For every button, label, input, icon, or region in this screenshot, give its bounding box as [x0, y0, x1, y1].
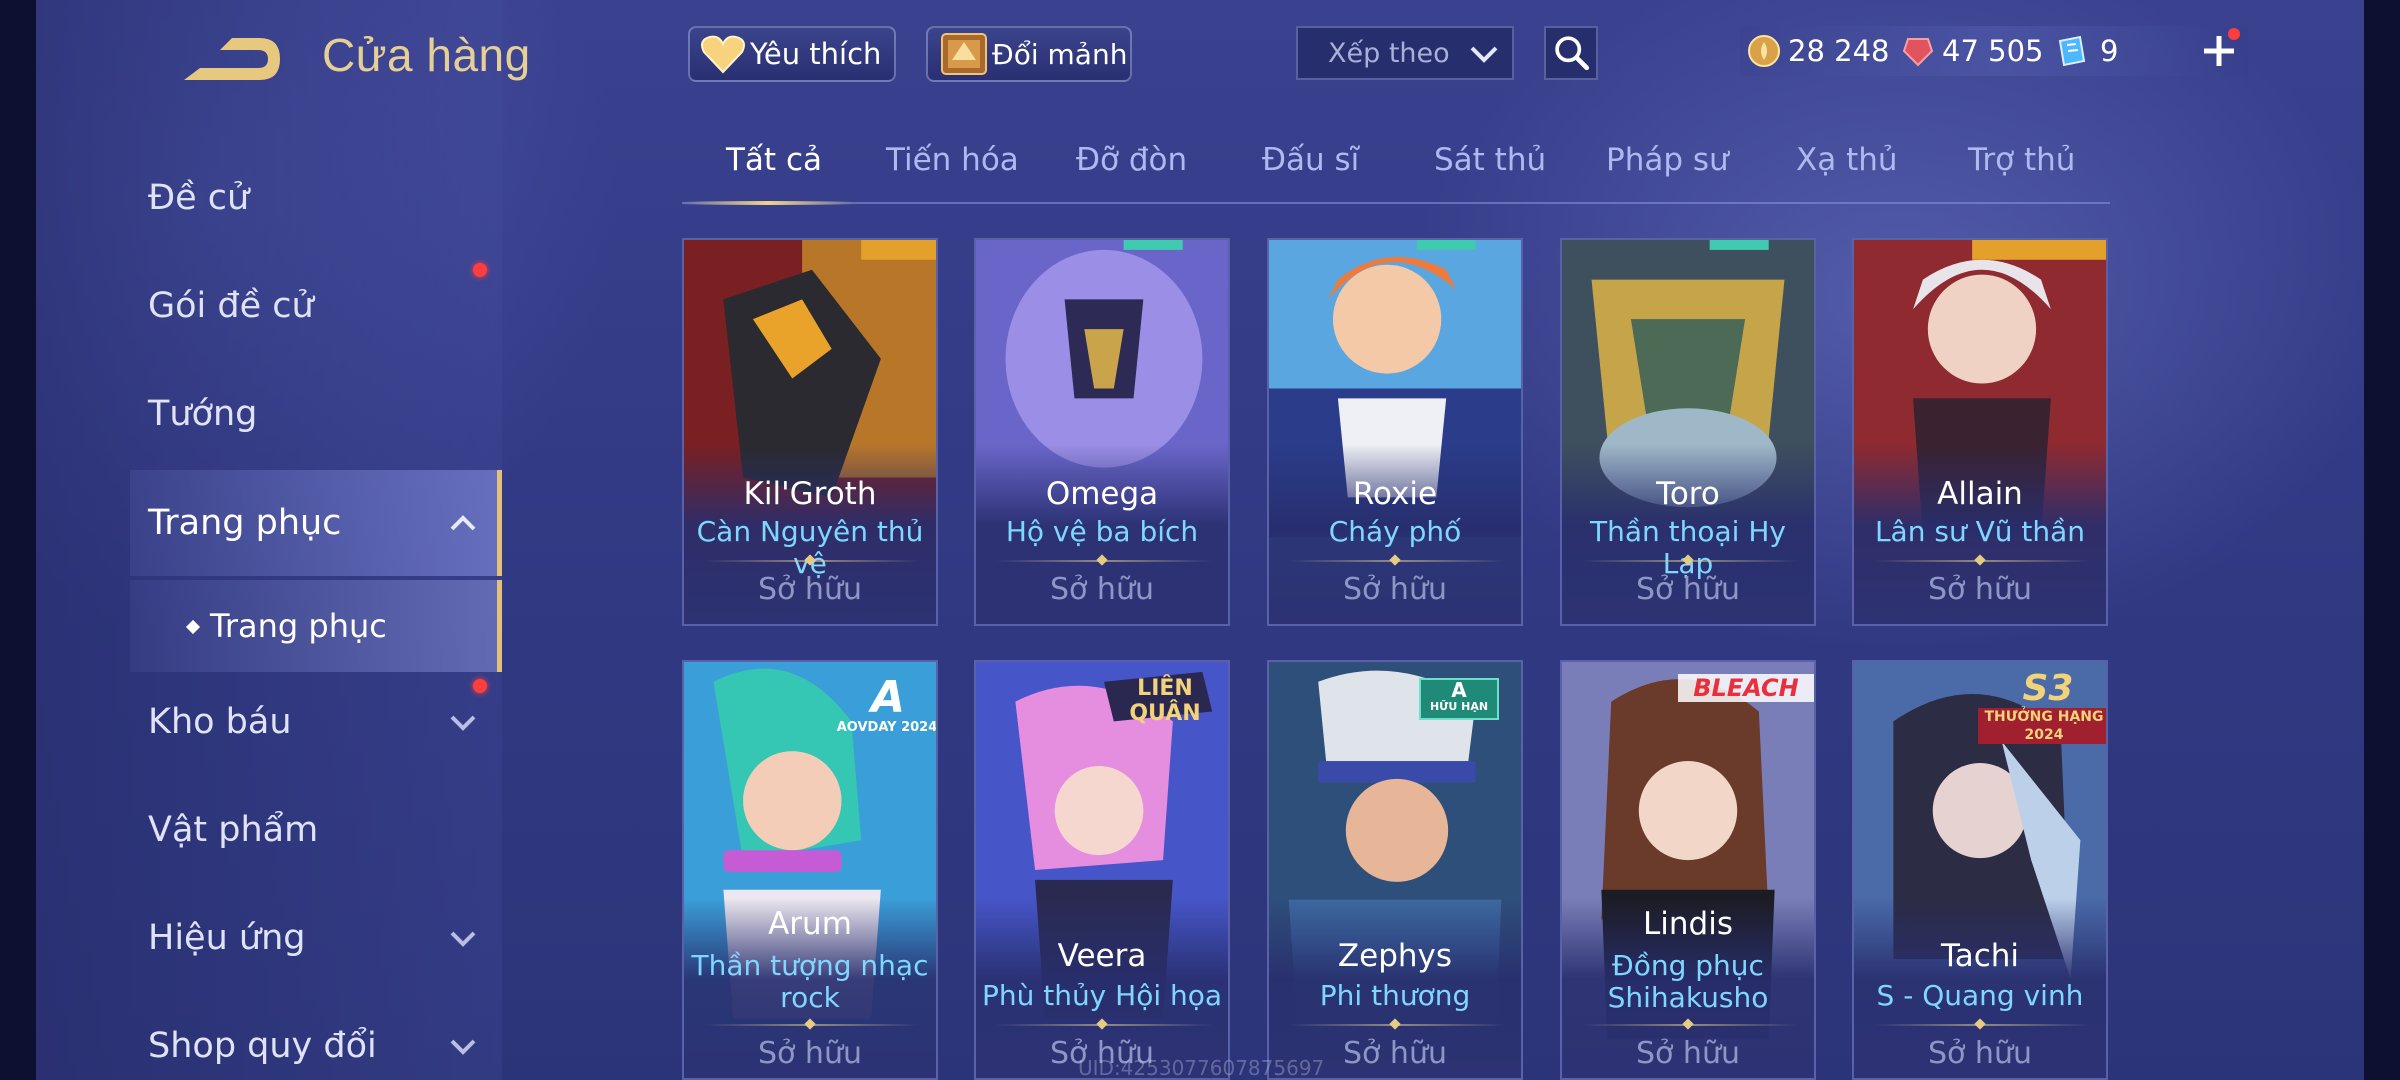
gold-coin-icon: [1748, 35, 1780, 67]
notification-dot: [473, 679, 487, 693]
owned-status: Sở hữu: [1343, 572, 1447, 607]
event-badge: BLEACH: [1678, 674, 1814, 702]
shard-chest-icon: [941, 33, 987, 75]
sidebar-item-recommended[interactable]: Đề cử: [148, 168, 249, 228]
back-arrow-icon[interactable]: [180, 30, 284, 88]
sidebar-item-skins[interactable]: Trang phục: [148, 493, 341, 553]
hero-name: Zephys: [1337, 938, 1453, 974]
tab-support[interactable]: Trợ thủ: [1968, 142, 2075, 178]
skin-name: Phù thủy Hội họa: [981, 979, 1223, 1012]
gem-amount: 47 505: [1942, 34, 2044, 68]
hero-name: Tachi: [1940, 938, 2020, 974]
hero-name: Toro: [1656, 476, 1720, 512]
owned-status: Sở hữu: [758, 1036, 862, 1071]
skin-name: Cháy phố: [1328, 515, 1462, 548]
shop-screen: Cửa hàng Đề cử Gói đề cử Tướng Trang phụ…: [0, 0, 2400, 1080]
skin-name: Phi thương: [1319, 979, 1471, 1012]
gold-currency: 28 248: [1746, 28, 1889, 74]
sidebar-item-effects[interactable]: Hiệu ứng: [148, 908, 305, 968]
tab-all[interactable]: Tất cả: [726, 142, 822, 178]
sidebar-item-heroes[interactable]: Tướng: [148, 384, 257, 444]
chevron-up-icon[interactable]: [446, 507, 480, 541]
skin-name: Lân sư Vũ thần: [1874, 515, 2086, 548]
exchange-label: Đổi mảnh: [992, 37, 1128, 71]
owned-status: Sở hữu: [1928, 1036, 2032, 1071]
skin-name: Hộ vệ ba bích: [1005, 515, 1199, 548]
owned-status: Sở hữu: [1050, 572, 1154, 607]
chevron-down-icon[interactable]: [446, 921, 480, 955]
skin-card[interactable]: S3 THƯỞNG HẠNG 2024 Tachi S - Quang vinh…: [1852, 660, 2108, 1080]
active-tab-underline: [682, 201, 854, 205]
category-tabs: Tất cả Tiến hóa Đỡ đòn Đấu sĩ Sát thủ Ph…: [682, 136, 2110, 205]
favorites-label: Yêu thích: [750, 37, 882, 71]
skin-card[interactable]: Omega Hộ vệ ba bích Sở hữu: [974, 238, 1230, 626]
hero-name: Veera: [1057, 938, 1147, 974]
gem-currency: 47 505: [1900, 28, 2043, 74]
skin-card[interactable]: BLEACH Lindis Đồng phục Shihakusho Sở hữ…: [1560, 660, 1816, 1080]
sort-dropdown[interactable]: Xếp theo: [1296, 26, 1514, 80]
search-icon[interactable]: [1544, 26, 1598, 80]
event-badge-letter: A: [870, 672, 906, 723]
chevron-down-icon[interactable]: [446, 705, 480, 739]
user-id-watermark: UID:4253077607875697: [1078, 1056, 1325, 1080]
voucher-amount: 9: [2100, 34, 2119, 68]
event-badge: THƯỞNG HẠNG 2024: [1978, 708, 2106, 744]
exchange-shards-button[interactable]: Đổi mảnh: [926, 26, 1132, 82]
hero-name: Lindis: [1643, 906, 1733, 942]
red-gem-icon: [1902, 38, 1934, 67]
favorites-button[interactable]: Yêu thích: [688, 26, 896, 82]
event-badge-letter: A: [1419, 678, 1499, 720]
hero-name: Allain: [1937, 476, 2023, 512]
owned-status: Sở hữu: [1636, 572, 1740, 607]
skin-name: Đồng phục Shihakusho: [1607, 949, 1769, 1014]
skin-card[interactable]: A HỮU HẠN Zephys Phi thương Sở hữu: [1267, 660, 1523, 1080]
skin-name: S - Quang vinh: [1876, 979, 2084, 1012]
tab-mage[interactable]: Pháp sư: [1606, 142, 1729, 178]
owned-status: Sở hữu: [758, 572, 862, 607]
hero-name: Kil'Groth: [743, 476, 877, 512]
tab-fighter[interactable]: Đấu sĩ: [1262, 142, 1359, 178]
add-currency-icon[interactable]: [2196, 28, 2242, 74]
owned-status: Sở hữu: [1636, 1036, 1740, 1071]
voucher-currency: 9: [2054, 28, 2118, 74]
event-badge: HỮU HẠN: [1429, 700, 1489, 713]
skin-card[interactable]: Kil'Groth Càn Nguyên thủ vệ Sở hữu: [682, 238, 938, 626]
screen-bezel-left: [0, 0, 36, 1080]
skin-card[interactable]: A AOVDAY 2024 Arum Thần tượng nhạc rock …: [682, 660, 938, 1080]
skin-card[interactable]: Roxie Cháy phố Sở hữu: [1267, 238, 1523, 626]
sidebar-item-items[interactable]: Vật phẩm: [148, 800, 318, 860]
skin-name: Thần tượng nhạc rock: [691, 949, 929, 1014]
hero-name: Omega: [1045, 476, 1159, 512]
hero-name: Arum: [768, 906, 852, 942]
tab-assassin[interactable]: Sát thủ: [1434, 142, 1546, 178]
sidebar-item-recommended-packs[interactable]: Gói đề cử: [148, 276, 314, 336]
tab-marksman[interactable]: Xạ thủ: [1796, 142, 1898, 178]
voucher-icon: [2058, 35, 2086, 67]
event-badge: AOVDAY 2024: [836, 720, 938, 735]
sort-placeholder: Xếp theo: [1328, 37, 1450, 69]
chevron-down-icon: [1470, 46, 1498, 63]
tab-tank[interactable]: Đỡ đòn: [1076, 142, 1187, 178]
notification-dot: [473, 263, 487, 277]
owned-status: Sở hữu: [1928, 572, 2032, 607]
heart-icon: [701, 35, 745, 74]
event-badge: LIÊN QUÂN: [1129, 676, 1201, 726]
screen-bezel-right: [2364, 0, 2400, 1080]
tab-evolution[interactable]: Tiến hóa: [886, 142, 1019, 178]
page-title: Cửa hàng: [322, 29, 531, 81]
skin-name: Càn Nguyên thủ vệ: [696, 515, 924, 580]
skin-card[interactable]: Allain Lân sư Vũ thần Sở hữu: [1852, 238, 2108, 626]
gold-amount: 28 248: [1788, 34, 1890, 68]
sidebar-item-exchange-shop[interactable]: Shop quy đổi: [148, 1016, 377, 1076]
skin-name: Thần thoại Hy Lạp: [1590, 515, 1786, 580]
chevron-down-icon[interactable]: [446, 1029, 480, 1063]
skin-card[interactable]: LIÊN QUÂN Veera Phù thủy Hội họa Sở hữu: [974, 660, 1230, 1080]
sidebar-subitem-skins[interactable]: Trang phục: [210, 596, 387, 656]
hero-name: Roxie: [1352, 476, 1438, 512]
event-badge-letter: S3: [2022, 668, 2074, 709]
skin-card[interactable]: Toro Thần thoại Hy Lạp Sở hữu: [1560, 238, 1816, 626]
sidebar-item-treasure[interactable]: Kho báu: [148, 692, 292, 752]
